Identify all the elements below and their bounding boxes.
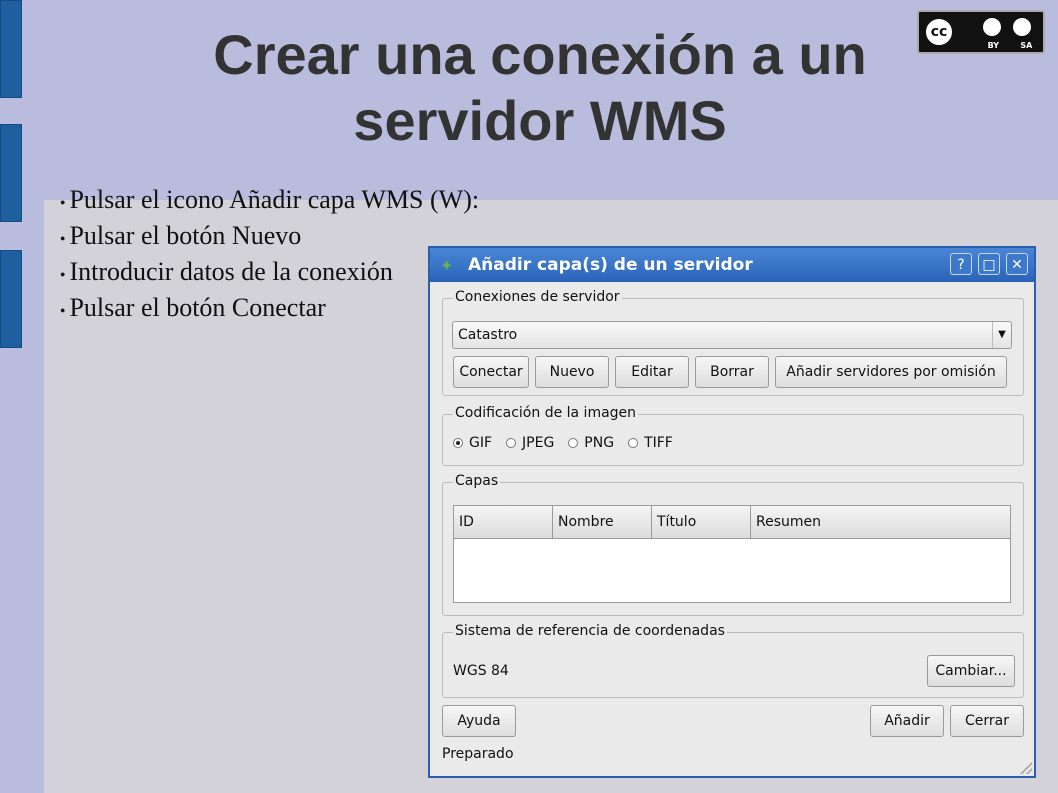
column-header-id[interactable]: ID [454, 506, 553, 538]
qgis-app-icon: ✦ [440, 256, 454, 275]
bullet-item: Pulsar el botón Conectar [60, 292, 479, 328]
dialog-title: Añadir capa(s) de un servidor [468, 255, 753, 275]
add-default-servers-button[interactable]: Añadir servidores por omisión [775, 356, 1007, 388]
bullet-item: Pulsar el botón Nuevo [60, 220, 479, 256]
bullet-item: Introducir datos de la conexión [60, 256, 479, 292]
column-header-summary[interactable]: Resumen [751, 506, 1010, 538]
bullet-item: Pulsar el icono Añadir capa WMS (W): [60, 184, 479, 220]
radio-checked-icon [453, 438, 463, 448]
column-header-title[interactable]: Título [652, 506, 751, 538]
group-label: Sistema de referencia de coordenadas [453, 623, 727, 639]
radio-png[interactable]: PNG [568, 435, 614, 451]
change-crs-button[interactable]: Cambiar... [927, 655, 1015, 687]
resize-grip-icon[interactable] [1020, 762, 1032, 774]
table-header: ID Nombre Título Resumen [454, 506, 1010, 539]
cc-by-sa-icon: cc BY SA [917, 10, 1045, 54]
image-encoding-group: Codificación de la imagen GIF JPEG PNG T… [442, 405, 1024, 466]
connection-select-value: Catastro [458, 327, 518, 343]
radio-tiff[interactable]: TIFF [628, 435, 673, 451]
group-label: Conexiones de servidor [453, 289, 622, 305]
license-sa-label: SA [1020, 41, 1033, 50]
edit-button[interactable]: Editar [615, 356, 689, 388]
maximize-button[interactable]: □ [978, 253, 1000, 275]
help-button[interactable]: Ayuda [442, 705, 516, 737]
group-label: Capas [453, 473, 501, 489]
add-button[interactable]: Añadir [870, 705, 944, 737]
radio-unchecked-icon [568, 438, 579, 448]
radio-unchecked-icon [506, 438, 517, 448]
radio-unchecked-icon [628, 438, 639, 448]
slide-title: Crear una conexión a un servidor WMS [213, 23, 867, 152]
close-button[interactable]: Cerrar [950, 705, 1024, 737]
layers-table[interactable]: ID Nombre Título Resumen [453, 505, 1011, 603]
add-wms-layer-dialog: ✦ Añadir capa(s) de un servidor ? □ ✕ Co… [428, 246, 1036, 778]
chevron-down-icon[interactable]: ▼ [992, 322, 1011, 348]
connect-button[interactable]: Conectar [453, 356, 529, 388]
radio-jpeg[interactable]: JPEG [506, 435, 554, 451]
side-accent-bar [0, 0, 22, 98]
license-by-label: BY [987, 41, 1000, 50]
server-connections-group: Conexiones de servidor Catastro ▼ Conect… [442, 289, 1024, 396]
radio-gif[interactable]: GIF [453, 435, 492, 451]
share-alike-icon [1011, 16, 1033, 38]
column-header-name[interactable]: Nombre [553, 506, 652, 538]
close-window-button[interactable]: ✕ [1006, 253, 1028, 275]
help-titlebar-button[interactable]: ? [950, 253, 972, 275]
side-accent-bar [0, 124, 22, 222]
delete-button[interactable]: Borrar [695, 356, 769, 388]
cc-icon: cc [923, 16, 955, 48]
layers-group: Capas ID Nombre Título Resumen [442, 473, 1024, 616]
bullet-list: Pulsar el icono Añadir capa WMS (W): Pul… [60, 184, 479, 328]
crs-group: Sistema de referencia de coordenadas WGS… [442, 623, 1024, 698]
attribution-icon [981, 16, 1003, 38]
connection-select[interactable]: Catastro ▼ [452, 321, 1012, 349]
group-label: Codificación de la imagen [453, 405, 639, 421]
crs-value: WGS 84 [453, 663, 509, 679]
status-text: Preparado [442, 746, 514, 762]
side-accent-bar [0, 250, 22, 348]
dialog-titlebar[interactable]: ✦ Añadir capa(s) de un servidor ? □ ✕ [430, 248, 1034, 282]
new-button[interactable]: Nuevo [535, 356, 609, 388]
